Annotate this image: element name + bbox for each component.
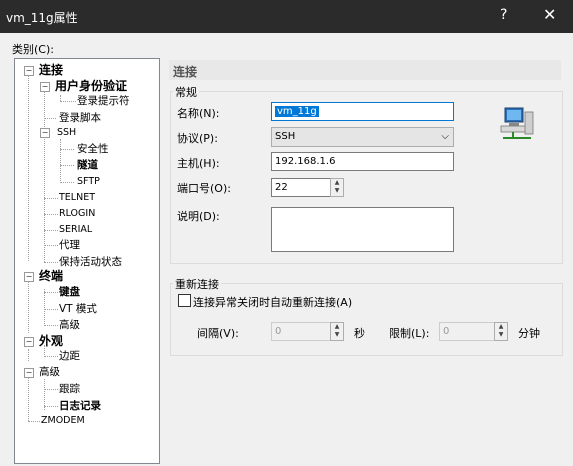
collapse-icon[interactable]: −: [24, 337, 34, 347]
interval-label: 间隔(V):: [197, 327, 239, 340]
auto-reconnect-checkbox[interactable]: [178, 294, 191, 307]
limit-unit: 分钟: [518, 327, 540, 340]
port-spinner[interactable]: ▲ ▼: [330, 178, 344, 197]
collapse-icon[interactable]: −: [40, 82, 50, 92]
tree-item-logging[interactable]: 日志记录: [59, 399, 101, 413]
tree-item-login-script[interactable]: 登录脚本: [59, 111, 101, 125]
interval-unit: 秒: [354, 327, 365, 340]
tree-item-margins[interactable]: 边距: [59, 349, 80, 363]
host-field[interactable]: 192.168.1.6: [271, 152, 454, 171]
collapse-icon[interactable]: −: [40, 128, 50, 138]
tree-item-terminal[interactable]: 终端: [39, 269, 63, 283]
network-computer-icon: [500, 107, 534, 139]
port-field[interactable]: 22: [271, 178, 331, 197]
auto-reconnect-label: 连接异常关闭时自动重新连接(A): [193, 296, 353, 309]
collapse-icon[interactable]: −: [24, 272, 34, 282]
tree-item-vt-mode[interactable]: VT 模式: [59, 302, 97, 316]
tree-item-advanced[interactable]: 高级: [39, 365, 60, 379]
title-bar: vm_11g属性 ? ✕: [0, 0, 573, 33]
tree-item-serial[interactable]: SERIAL: [59, 223, 92, 237]
tree-item-keyboard[interactable]: 键盘: [59, 285, 80, 299]
spin-up-icon[interactable]: ▲: [331, 323, 343, 331]
section-header: 连接: [169, 60, 561, 80]
collapse-icon[interactable]: −: [24, 66, 34, 76]
limit-spinner[interactable]: ▲ ▼: [494, 322, 508, 341]
category-tree[interactable]: − − − − − − 连接 用户身份验证 登录提示符 登录脚本 SSH 安全性…: [14, 58, 160, 464]
spin-down-icon[interactable]: ▼: [495, 331, 507, 339]
general-group-title: 常规: [173, 84, 199, 100]
tree-item-connection[interactable]: 连接: [39, 63, 63, 77]
tree-item-sftp[interactable]: SFTP: [77, 175, 100, 189]
tree-item-appearance[interactable]: 外观: [39, 334, 63, 348]
tree-item-keepalive[interactable]: 保持活动状态: [59, 255, 122, 269]
host-label: 主机(H):: [177, 157, 220, 170]
tree-item-rlogin[interactable]: RLOGIN: [59, 207, 95, 221]
name-field[interactable]: vm_11g: [271, 102, 454, 121]
limit-field[interactable]: 0: [439, 322, 495, 341]
collapse-icon[interactable]: −: [24, 368, 34, 378]
tree-item-proxy[interactable]: 代理: [59, 238, 80, 252]
tree-item-zmodem[interactable]: ZMODEM: [41, 414, 85, 428]
tree-item-user-auth[interactable]: 用户身份验证: [55, 79, 127, 93]
tree-item-trace[interactable]: 跟踪: [59, 382, 80, 396]
limit-label: 限制(L):: [389, 327, 430, 340]
interval-field[interactable]: 0: [271, 322, 331, 341]
tree-item-ssh[interactable]: SSH: [57, 126, 76, 140]
tree-item-login-prompt[interactable]: 登录提示符: [77, 94, 130, 108]
protocol-select[interactable]: SSH ⌵: [271, 127, 454, 147]
category-label: 类别(C):: [12, 43, 54, 56]
section-title: 连接: [173, 65, 198, 79]
tree-item-terminal-advanced[interactable]: 高级: [59, 318, 80, 332]
tree-item-tunnel[interactable]: 隧道: [77, 158, 98, 172]
protocol-label: 协议(P):: [177, 132, 218, 145]
tree-item-telnet[interactable]: TELNET: [59, 191, 95, 205]
interval-spinner[interactable]: ▲ ▼: [330, 322, 344, 341]
window-title: vm_11g属性: [6, 11, 78, 25]
name-label: 名称(N):: [177, 107, 220, 120]
help-button[interactable]: ?: [500, 7, 507, 23]
reconnect-group-title: 重新连接: [173, 276, 221, 292]
spin-up-icon[interactable]: ▲: [495, 323, 507, 331]
chevron-down-icon: ⌵: [441, 131, 449, 142]
description-textarea[interactable]: [271, 207, 454, 252]
port-label: 端口号(O):: [177, 182, 231, 195]
spin-down-icon[interactable]: ▼: [331, 331, 343, 339]
close-button[interactable]: ✕: [543, 5, 556, 24]
tree-item-security[interactable]: 安全性: [77, 142, 109, 156]
description-label: 说明(D):: [177, 210, 220, 223]
spin-down-icon[interactable]: ▼: [331, 187, 343, 195]
spin-up-icon[interactable]: ▲: [331, 179, 343, 187]
